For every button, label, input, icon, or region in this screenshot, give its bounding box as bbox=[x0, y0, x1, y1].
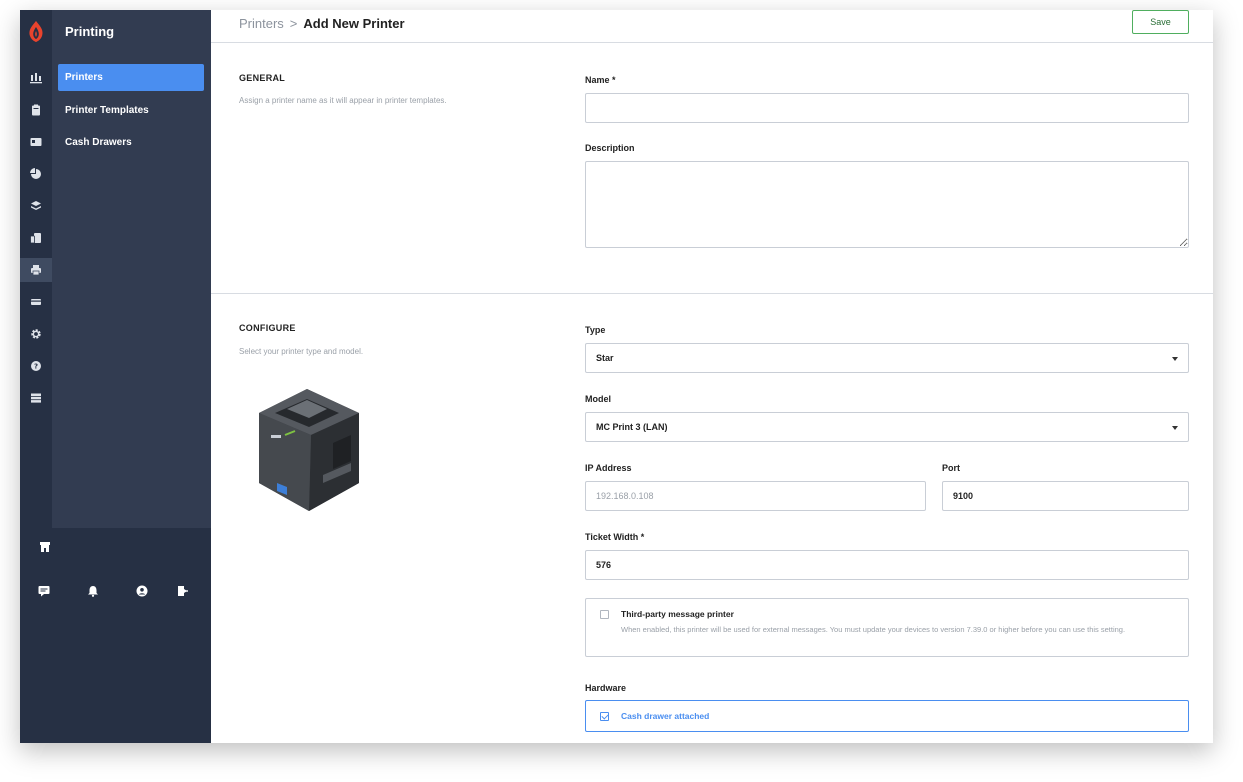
chevron-down-icon bbox=[1172, 426, 1178, 430]
layers-icon[interactable] bbox=[20, 194, 52, 218]
section-divider bbox=[211, 293, 1213, 294]
type-select[interactable]: Star bbox=[585, 343, 1189, 373]
breadcrumb-printers-link[interactable]: Printers bbox=[239, 16, 284, 31]
devices-icon[interactable] bbox=[20, 226, 52, 250]
name-field[interactable] bbox=[585, 93, 1189, 123]
third-party-checkbox[interactable] bbox=[600, 610, 609, 619]
name-label: Name * bbox=[585, 75, 616, 85]
chat-icon[interactable] bbox=[38, 584, 50, 602]
printer-image bbox=[259, 389, 359, 511]
third-party-description: When enabled, this printer will be used … bbox=[621, 625, 1126, 634]
id-card-icon[interactable] bbox=[20, 130, 52, 154]
bell-icon[interactable] bbox=[87, 584, 99, 602]
ticket-width-field[interactable] bbox=[585, 550, 1189, 580]
logout-icon[interactable] bbox=[177, 584, 189, 602]
breadcrumb: Printers > Add New Printer bbox=[239, 16, 405, 31]
sidebar-item-printers[interactable]: Printers bbox=[58, 64, 204, 91]
cash-drawer-checkbox[interactable] bbox=[600, 712, 609, 721]
third-party-title: Third-party message printer bbox=[621, 609, 734, 619]
store-icon[interactable] bbox=[39, 540, 51, 558]
topbar: Printers > Add New Printer Save bbox=[211, 10, 1213, 43]
bottom-bar bbox=[20, 528, 211, 743]
model-label: Model bbox=[585, 394, 611, 404]
ticket-width-label: Ticket Width * bbox=[585, 532, 645, 542]
pie-chart-icon[interactable] bbox=[20, 162, 52, 186]
main-content: Printers > Add New Printer Save GENERAL As… bbox=[211, 10, 1213, 743]
general-help: Assign a printer name as it will appear … bbox=[239, 96, 447, 105]
cash-drawer-panel[interactable]: Cash drawer attached bbox=[585, 700, 1189, 732]
breadcrumb-separator: > bbox=[289, 16, 298, 31]
page-title: Add New Printer bbox=[303, 16, 405, 31]
user-icon[interactable] bbox=[136, 584, 148, 602]
port-field[interactable] bbox=[942, 481, 1189, 511]
sidebar-item-printer-templates[interactable]: Printer Templates bbox=[58, 97, 204, 124]
general-heading: GENERAL bbox=[239, 73, 286, 83]
help-icon[interactable]: ? bbox=[20, 354, 52, 378]
app-window: ? Printing Printers Printer Templates Ca… bbox=[20, 10, 1213, 743]
sidebar-title: Printing bbox=[65, 24, 115, 39]
reports-icon[interactable] bbox=[20, 66, 52, 90]
server-icon[interactable] bbox=[20, 386, 52, 410]
lightspeed-logo-icon[interactable] bbox=[26, 20, 46, 44]
ip-address-field[interactable] bbox=[585, 481, 926, 511]
hardware-label: Hardware bbox=[585, 683, 627, 693]
save-button[interactable]: Save bbox=[1132, 10, 1189, 34]
clipboard-icon[interactable] bbox=[20, 98, 52, 122]
model-select[interactable]: MC Print 3 (LAN) bbox=[585, 412, 1189, 442]
bottom-icon-row bbox=[20, 578, 211, 608]
cash-drawer-label: Cash drawer attached bbox=[621, 711, 710, 721]
gear-icon[interactable] bbox=[20, 322, 52, 346]
ip-address-label: IP Address bbox=[585, 463, 632, 473]
type-select-value: Star bbox=[596, 353, 614, 363]
model-select-value: MC Print 3 (LAN) bbox=[596, 422, 668, 432]
port-label: Port bbox=[942, 463, 960, 473]
configure-help: Select your printer type and model. bbox=[239, 347, 364, 356]
third-party-panel: Third-party message printer When enabled… bbox=[585, 598, 1189, 657]
chevron-down-icon bbox=[1172, 357, 1178, 361]
sidebar-item-cash-drawers[interactable]: Cash Drawers bbox=[58, 129, 204, 156]
description-label: Description bbox=[585, 143, 635, 153]
card-icon[interactable] bbox=[20, 290, 52, 314]
printer-icon[interactable] bbox=[20, 258, 52, 282]
configure-heading: CONFIGURE bbox=[239, 323, 296, 333]
description-field[interactable] bbox=[585, 161, 1189, 248]
type-label: Type bbox=[585, 325, 606, 335]
svg-text:?: ? bbox=[34, 363, 38, 371]
